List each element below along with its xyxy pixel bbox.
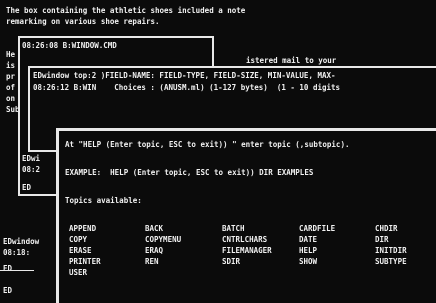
topic-item[interactable]: FILEMANAGER <box>222 245 299 256</box>
help-window[interactable]: At "HELP (Enter topic, ESC to exit)) " e… <box>56 128 436 303</box>
choices-line: 08:26:12 B:WIN Choices : (ANUSM.ml) (1-1… <box>33 83 341 92</box>
topic-item[interactable]: DATE <box>299 234 375 245</box>
background-fragment: He <box>6 50 16 59</box>
background-line-1: The box containing the athletic shoes in… <box>6 6 246 15</box>
registered-mail-text: istered mail to your <box>246 56 337 65</box>
topic-item[interactable]: CHDIR <box>375 223 435 234</box>
window-row: 08:2 <box>22 165 41 174</box>
topic-item[interactable]: DIR <box>375 234 435 245</box>
topic-item[interactable]: APPEND <box>69 223 145 234</box>
topic-item[interactable]: REN <box>145 256 222 267</box>
topic-item[interactable]: SUBTYPE <box>375 256 435 267</box>
window-stack-label: 08:18: <box>3 248 31 257</box>
topic-item[interactable]: USER <box>69 267 145 278</box>
window-title: 08:26:08 B:WINDOW.CMD <box>22 41 117 50</box>
topic-item[interactable]: COPYMENU <box>145 234 222 245</box>
window-stack-label: EDwindow <box>3 237 40 246</box>
topic-item[interactable]: SHOW <box>299 256 375 267</box>
field-spec-line: EDwindow top:2 )FIELD-NAME: FIELD-TYPE, … <box>33 71 336 80</box>
window-stack-label: ED <box>3 264 13 273</box>
background-fragment: on <box>6 94 16 103</box>
window-row: EDwi <box>22 154 41 163</box>
help-prompt: At "HELP (Enter topic, ESC to exit)) " e… <box>65 140 350 149</box>
topics-grid: APPEND BACK BATCH CARDFILE CHDIR COPY CO… <box>69 223 435 278</box>
background-line-2: remarking on various shoe repairs. <box>6 17 160 26</box>
window-row: ED <box>22 183 32 192</box>
divider <box>0 270 34 271</box>
topic-item[interactable]: HELP <box>299 245 375 256</box>
topic-item[interactable]: COPY <box>69 234 145 245</box>
background-fragment: is <box>6 61 16 70</box>
window-stack-label: ED <box>3 286 13 295</box>
topics-heading: Topics available: <box>65 196 142 205</box>
topic-item[interactable]: BACK <box>145 223 222 234</box>
help-example: EXAMPLE: HELP (Enter topic, ESC to exit)… <box>65 168 314 177</box>
topic-item[interactable]: ERAQ <box>145 245 222 256</box>
background-fragment: of <box>6 83 16 92</box>
topic-item[interactable]: PRINTER <box>69 256 145 267</box>
topic-item[interactable]: BATCH <box>222 223 299 234</box>
topic-item[interactable]: INITDIR <box>375 245 435 256</box>
topic-item[interactable]: ERASE <box>69 245 145 256</box>
topic-item[interactable]: CARDFILE <box>299 223 375 234</box>
topic-item[interactable]: SDIR <box>222 256 299 267</box>
background-fragment: pr <box>6 72 16 81</box>
topic-item[interactable]: CNTRLCHARS <box>222 234 299 245</box>
